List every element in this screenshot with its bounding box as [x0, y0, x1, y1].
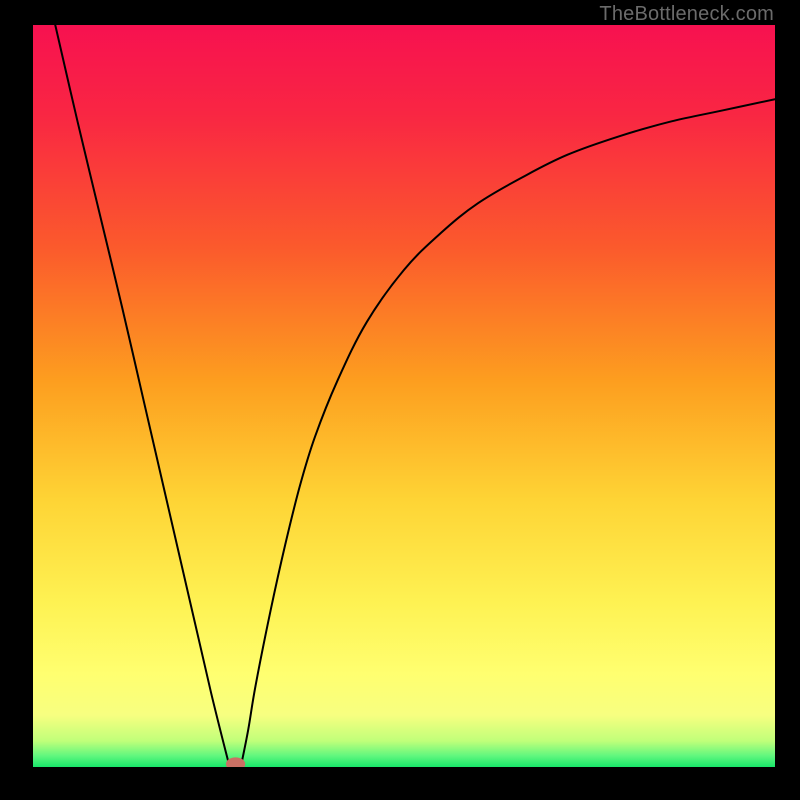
curve-layer — [33, 25, 775, 767]
plot-area — [33, 25, 775, 767]
curve-left-branch — [55, 25, 229, 767]
outer-frame: TheBottleneck.com — [0, 0, 800, 800]
watermark-text: TheBottleneck.com — [599, 3, 774, 26]
curve-right-branch — [241, 99, 775, 767]
